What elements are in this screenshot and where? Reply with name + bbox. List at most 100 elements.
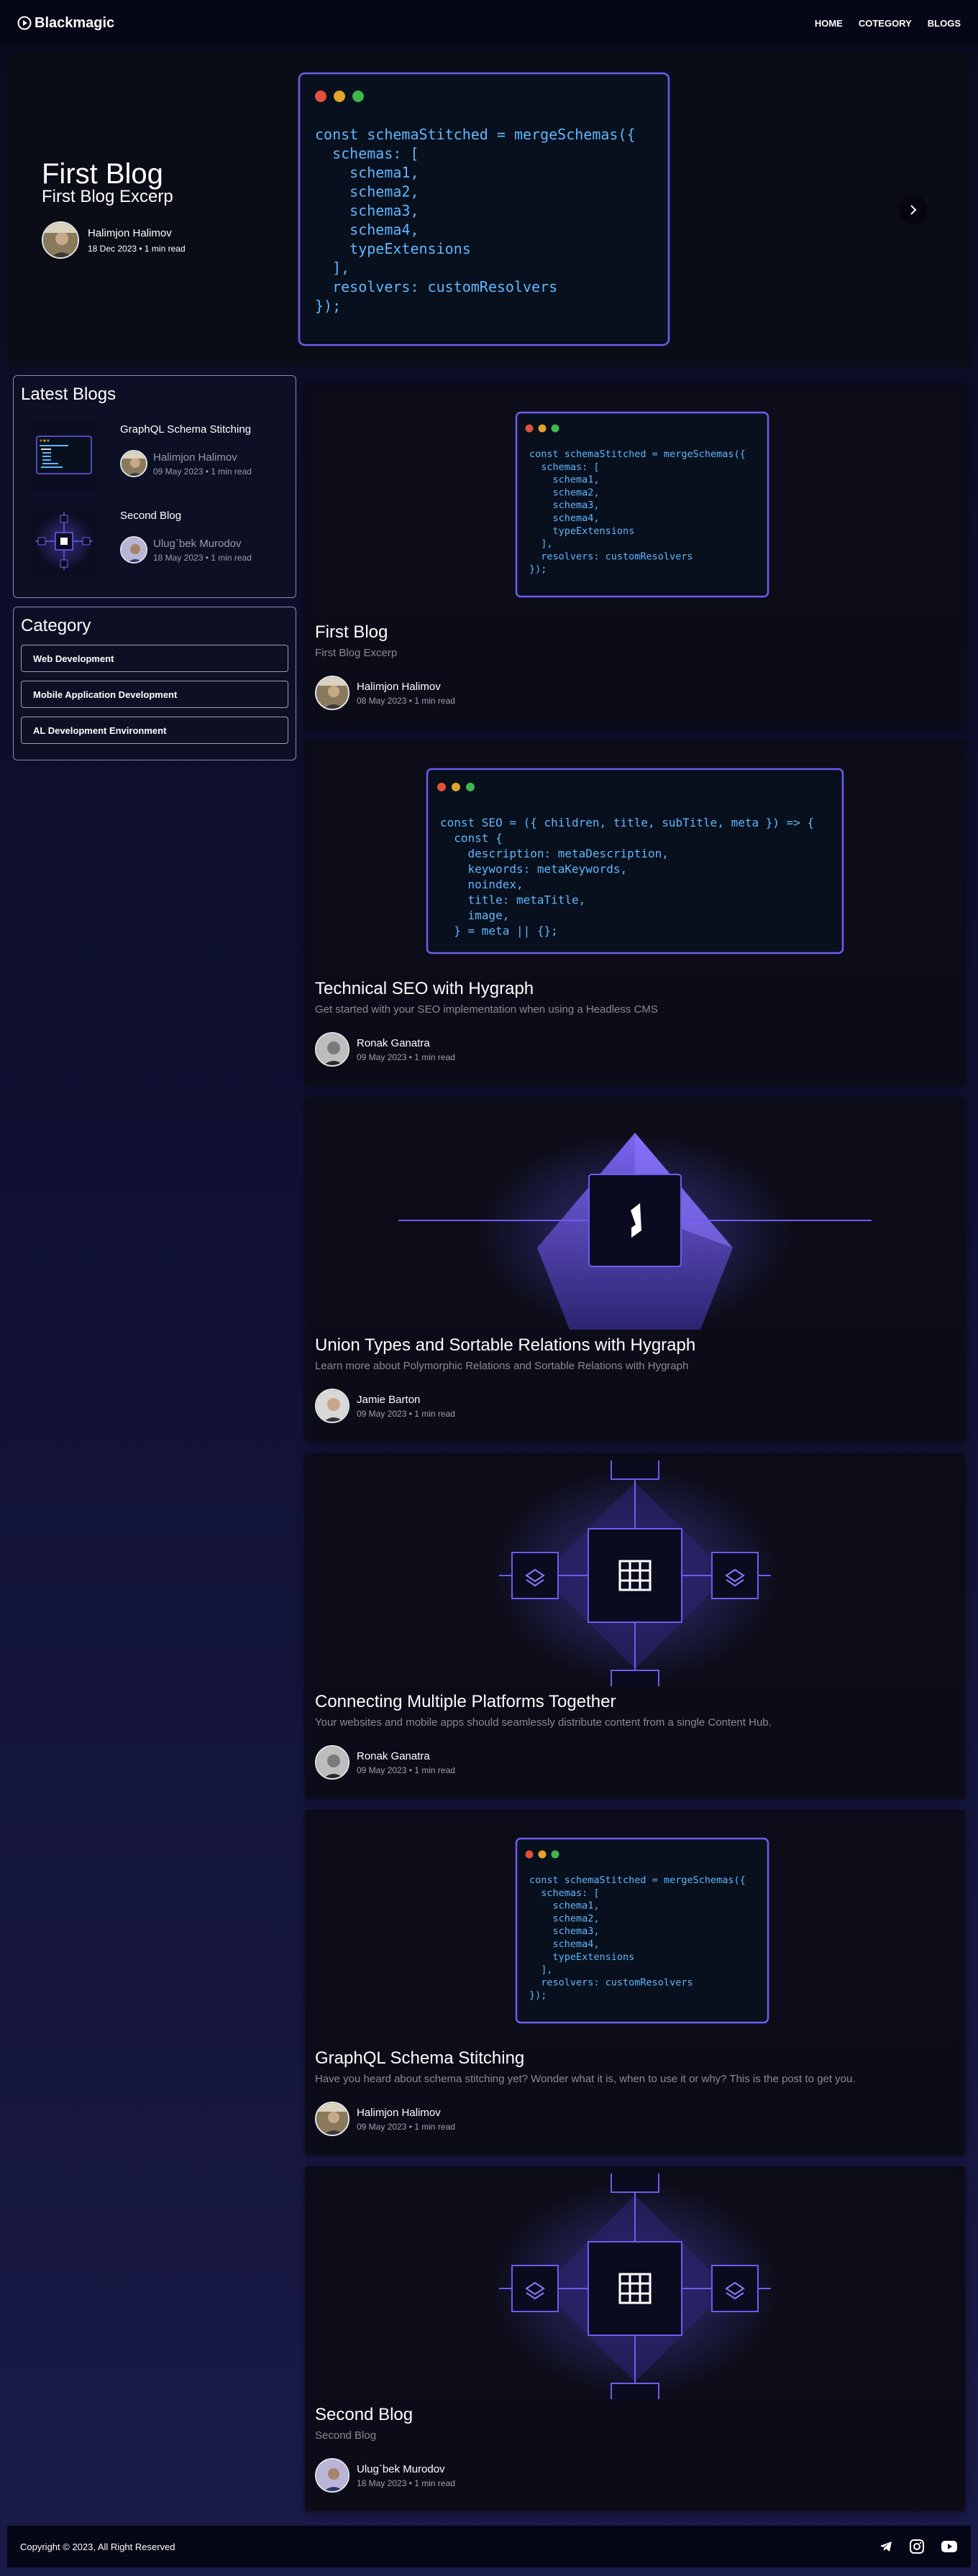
code-line: } = meta || {}; [440, 924, 558, 938]
post-meta: 09 May 2023 • 1 min read [357, 1765, 455, 1775]
category-al-development-environment[interactable]: AL Development Environment [21, 717, 288, 744]
code-line: schemas: [ [529, 461, 600, 473]
blog-card-excerpt: Learn more about Polymorphic Relations a… [315, 1360, 689, 1372]
brand-logo[interactable]: Blackmagic [17, 15, 114, 32]
avatar [315, 2102, 349, 2136]
code-line: resolvers: customResolvers [315, 278, 557, 295]
code-line: schema1, [529, 474, 600, 486]
nav-category[interactable]: COTEGORY [859, 18, 912, 29]
category-panel: Category Web Development Mobile Applicat… [13, 607, 296, 760]
code-line: schemas: [ [529, 1887, 600, 1899]
latest-blog-author: Ulug`bek Murodov [153, 537, 242, 550]
code-line: const { [440, 832, 503, 845]
author-name: Halimjon Halimov [357, 2106, 441, 2119]
author-name: Ronak Ganatra [357, 1749, 430, 1762]
blog-card-excerpt: Second Blog [315, 2429, 377, 2442]
blog-card[interactable]: const SEO = ({ children, title, subTitle… [305, 740, 965, 1085]
blog-card-author: Halimjon Halimov 08 May 2023 • 1 min rea… [315, 676, 455, 710]
hero-title[interactable]: First Blog [42, 158, 163, 190]
code-line: schema2, [529, 487, 600, 498]
code-line: schema1, [315, 164, 419, 181]
code-line: schema2, [315, 183, 419, 201]
blog-card-excerpt: Your websites and mobile apps should sea… [315, 1716, 772, 1729]
code-line: keywords: metaKeywords, [440, 862, 627, 876]
blog-card-title[interactable]: Connecting Multiple Platforms Together [315, 1692, 616, 1712]
avatar [120, 450, 147, 477]
post-meta: 09 May 2023 • 1 min read [357, 1408, 455, 1419]
author-name: Ronak Ganatra [357, 1036, 430, 1049]
code-line: }); [529, 1990, 547, 2001]
telegram-icon[interactable] [879, 2539, 893, 2554]
blog-card[interactable]: Connecting Multiple Platforms Together Y… [305, 1453, 965, 1798]
latest-blog-item[interactable]: GraphQL Schema Stitching Halimjon Halimo… [28, 419, 252, 491]
blog-card[interactable]: const schemaStitched = mergeSchemas({ sc… [305, 1810, 965, 2155]
blog-card-author: Ronak Ganatra 09 May 2023 • 1 min read [315, 1745, 455, 1780]
top-navbar: Blackmagic HOME COTEGORY BLOGS [0, 0, 978, 46]
code-line: const schemaStitched = mergeSchemas({ [315, 126, 636, 143]
code-line: resolvers: customResolvers [529, 551, 693, 562]
code-line: const schemaStitched = mergeSchemas({ [529, 1874, 746, 1886]
blog-card-title[interactable]: Union Types and Sortable Relations with … [315, 1335, 695, 1356]
platforms-thumbnail [28, 505, 100, 577]
avatar [42, 221, 79, 259]
code-line: typeExtensions [315, 240, 471, 257]
category-heading: Category [21, 616, 91, 635]
author-name: Jamie Barton [357, 1393, 421, 1406]
code-line: schema3, [529, 500, 600, 511]
youtube-icon[interactable] [941, 2540, 958, 2553]
post-meta: 09 May 2023 • 1 min read [357, 1052, 455, 1062]
latest-blogs-heading: Latest Blogs [21, 385, 116, 404]
blog-card[interactable]: Union Types and Sortable Relations with … [305, 1097, 965, 1442]
code-line: schema4, [529, 1938, 600, 1950]
latest-blog-meta: 18 May 2023 • 1 min read [153, 552, 252, 563]
avatar [315, 1389, 349, 1423]
blog-card-image [312, 1104, 958, 1330]
blog-card-excerpt: Have you heard about schema stitching ye… [315, 2073, 856, 2085]
main-nav: HOME COTEGORY BLOGS [815, 18, 961, 29]
latest-blog-title: GraphQL Schema Stitching [120, 423, 252, 436]
avatar [315, 1745, 349, 1780]
latest-blog-meta: 09 May 2023 • 1 min read [153, 466, 252, 477]
code-line: schema3, [315, 202, 419, 219]
avatar [315, 1032, 349, 1067]
copyright-text: Copyright © 2023, All Right Reserved [20, 2541, 175, 2552]
blog-card-title[interactable]: Technical SEO with Hygraph [315, 979, 534, 999]
code-line: schema4, [529, 512, 600, 524]
hero-carousel: First Blog First Blog Excerp Halimjon Ha… [7, 52, 971, 367]
hero-next-button[interactable] [899, 196, 928, 224]
code-line: title: metaTitle, [440, 893, 585, 907]
blog-card[interactable]: const schemaStitched = mergeSchemas({ sc… [305, 384, 965, 729]
avatar [315, 676, 349, 710]
brand-name: Blackmagic [35, 14, 115, 31]
blog-card-title[interactable]: First Blog [315, 622, 388, 643]
code-line: ], [529, 538, 553, 550]
blog-card-title[interactable]: Second Blog [315, 2405, 413, 2425]
chevron-right-icon [910, 205, 917, 215]
blog-card-title[interactable]: GraphQL Schema Stitching [315, 2048, 524, 2069]
hero-post-meta: 18 Dec 2023 • 1 min read [88, 243, 186, 254]
code-line: schema2, [529, 1913, 600, 1924]
footer: Copyright © 2023, All Right Reserved [7, 2526, 971, 2567]
latest-blogs-panel: Latest Blogs GraphQL Schema Stitching Ha… [13, 375, 296, 598]
nav-home[interactable]: HOME [815, 18, 843, 29]
avatar [120, 536, 147, 564]
code-line: schema1, [529, 1900, 600, 1912]
blog-card[interactable]: Second Blog Second Blog Ulug`bek Murodov… [305, 2166, 965, 2511]
instagram-icon[interactable] [909, 2539, 925, 2554]
author-name: Halimjon Halimov [357, 680, 441, 693]
post-meta: 08 May 2023 • 1 min read [357, 695, 455, 706]
blog-card-image [312, 2174, 958, 2399]
code-line: schemas: [ [315, 145, 419, 162]
code-line: image, [440, 908, 509, 922]
latest-blog-title: Second Blog [120, 510, 182, 522]
code-line: ], [529, 1964, 553, 1976]
blog-card-excerpt: Get started with your SEO implementation… [315, 1003, 658, 1016]
blog-card-image: const schemaStitched = mergeSchemas({ sc… [312, 1817, 958, 2043]
code-thumbnail [28, 419, 100, 491]
latest-blog-item[interactable]: Second Blog Ulug`bek Murodov 18 May 2023… [28, 505, 252, 577]
blog-card-image: const schemaStitched = mergeSchemas({ sc… [312, 391, 958, 617]
category-web-development[interactable]: Web Development [21, 645, 288, 672]
latest-blog-author: Halimjon Halimov [153, 451, 237, 464]
category-mobile-app-development[interactable]: Mobile Application Development [21, 681, 288, 708]
nav-blogs[interactable]: BLOGS [928, 18, 961, 29]
